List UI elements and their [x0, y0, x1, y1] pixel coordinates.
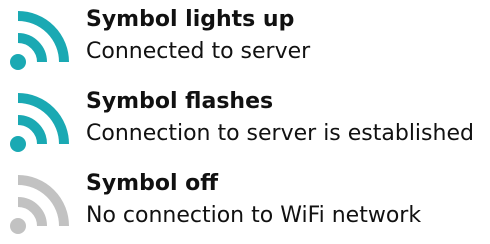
legend-title: Symbol off: [86, 171, 219, 196]
legend-description: No connection to WiFi network: [86, 203, 422, 228]
wifi-signal-icon: [8, 8, 72, 72]
legend-item-lights-up: Symbol lights up Connected to server: [0, 4, 490, 80]
legend-description: Connected to server: [86, 39, 311, 64]
wifi-signal-icon: [8, 90, 72, 154]
legend-title: Symbol flashes: [86, 89, 274, 114]
wifi-signal-icon: [8, 172, 72, 236]
legend-description: Connection to server is established: [86, 121, 474, 146]
legend-title: Symbol lights up: [86, 7, 295, 32]
legend-item-off: Symbol off No connection to WiFi network: [0, 168, 490, 244]
legend-item-flashes: Symbol flashes Connection to server is e…: [0, 86, 490, 162]
